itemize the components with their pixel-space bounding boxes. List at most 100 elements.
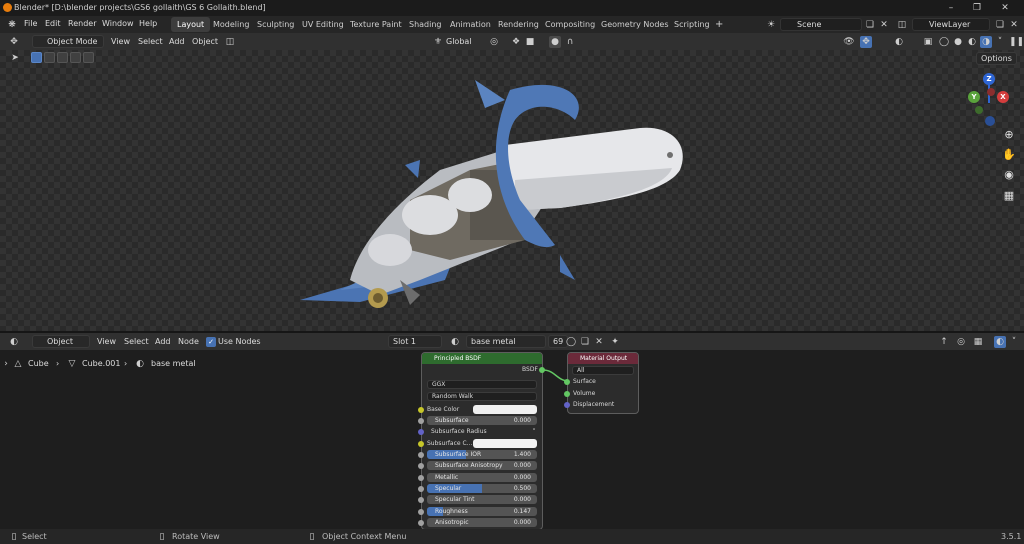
pan-hand-icon[interactable]: ✋: [1000, 146, 1018, 164]
breadcrumb-expand-icon[interactable]: ›: [0, 358, 12, 370]
gizmo-x-axis[interactable]: X: [997, 91, 1009, 103]
anisotropic-socket[interactable]: [418, 520, 424, 526]
slot-dropdown[interactable]: Slot 1: [388, 335, 442, 348]
snap-target-icon[interactable]: ■: [524, 36, 536, 48]
roughness-slider[interactable]: Roughness 0.147: [427, 507, 537, 516]
specular-socket[interactable]: [418, 486, 424, 492]
menu-object[interactable]: Object: [188, 35, 222, 48]
scene-icon[interactable]: ☀: [765, 19, 777, 31]
select-invert-button[interactable]: [70, 52, 81, 63]
tool-select-icon[interactable]: ➤: [9, 52, 21, 64]
shader-type-dropdown[interactable]: Object: [32, 335, 90, 348]
maximize-icon[interactable]: ❐: [970, 2, 984, 14]
distribution-dropdown[interactable]: GGX: [427, 380, 537, 389]
node-overlays-icon[interactable]: ◐: [994, 336, 1006, 348]
menu-file[interactable]: File: [24, 19, 37, 28]
duplicate-material-icon[interactable]: ❏: [579, 336, 591, 348]
editor-type-icon[interactable]: ✥: [8, 36, 20, 48]
delete-scene-icon[interactable]: ✕: [878, 19, 890, 31]
output-target-dropdown[interactable]: All: [572, 366, 634, 375]
gizmo-dropdown-icon[interactable]: ◫: [224, 36, 236, 48]
anisotropic-slider[interactable]: Anisotropic 0.000: [427, 518, 537, 527]
menu-help[interactable]: Help: [139, 19, 157, 28]
base-color-socket[interactable]: [418, 407, 424, 413]
material-shading-icon[interactable]: ◐: [966, 36, 978, 48]
options-dropdown[interactable]: Options: [976, 52, 1017, 65]
gizmo-y-axis[interactable]: Y: [968, 91, 980, 103]
metallic-slider[interactable]: Metallic 0.000: [427, 473, 537, 482]
xray-icon[interactable]: ▣: [922, 36, 934, 48]
subsurface-ior-slider[interactable]: Subsurface IOR 1.400: [427, 450, 537, 459]
menu-window[interactable]: Window: [102, 19, 134, 28]
tab-modeling[interactable]: Modeling: [207, 17, 255, 32]
shader-editor-type-icon[interactable]: ◐: [8, 336, 20, 348]
parent-node-tree-icon[interactable]: ↑: [938, 336, 950, 348]
subsurface-anisotropy-slider[interactable]: Subsurface Anisotropy 0.000: [427, 461, 537, 470]
scene-field[interactable]: Scene: [780, 18, 862, 31]
snap-icon[interactable]: ❖: [510, 36, 522, 48]
subsurface-anisotropy-socket[interactable]: [418, 463, 424, 469]
subsurface-color-socket[interactable]: [418, 441, 424, 447]
snap-node-dropdown-icon[interactable]: ▦: [972, 336, 984, 348]
menu-select[interactable]: Select: [134, 35, 167, 48]
displacement-socket[interactable]: [564, 402, 570, 408]
principled-bsdf-header[interactable]: Principled BSDF: [422, 353, 542, 364]
gizmo-z-negative[interactable]: [985, 116, 995, 126]
node-menu-node[interactable]: Node: [174, 335, 203, 348]
overlays-toggle-icon[interactable]: ◐: [893, 36, 905, 48]
select-new-button[interactable]: [31, 52, 42, 63]
pivot-icon[interactable]: ◎: [488, 36, 500, 48]
close-icon[interactable]: ✕: [998, 2, 1012, 14]
select-subtract-button[interactable]: [57, 52, 68, 63]
specular-slider[interactable]: Specular 0.500: [427, 484, 537, 493]
menu-edit[interactable]: Edit: [45, 19, 61, 28]
tab-geometry-nodes[interactable]: Geometry Nodes: [595, 17, 674, 32]
subsurface-color-swatch[interactable]: [473, 439, 537, 448]
select-intersect-button[interactable]: [83, 52, 94, 63]
gizmo-z-axis[interactable]: Z: [983, 73, 995, 85]
fake-user-icon[interactable]: ◯: [565, 336, 577, 348]
new-view-layer-icon[interactable]: ❏: [994, 19, 1006, 31]
tab-texture-paint[interactable]: Texture Paint: [344, 17, 408, 32]
menu-render[interactable]: Render: [68, 19, 96, 28]
subsurface-radius-socket[interactable]: [418, 429, 424, 435]
volume-socket[interactable]: [564, 391, 570, 397]
solid-shading-icon[interactable]: ●: [952, 36, 964, 48]
rendered-shading-icon[interactable]: ◑: [980, 36, 992, 48]
surface-socket[interactable]: [564, 379, 570, 385]
transform-orientation-dropdown[interactable]: Global: [442, 35, 476, 48]
add-workspace-button[interactable]: +: [709, 17, 729, 32]
camera-view-icon[interactable]: ◉: [1000, 166, 1018, 184]
tab-animation[interactable]: Animation: [444, 17, 497, 32]
subsurface-method-dropdown[interactable]: Random Walk: [427, 392, 537, 401]
pause-render-icon[interactable]: ❚❚: [1009, 36, 1024, 48]
specular-tint-socket[interactable]: [418, 497, 424, 503]
specular-tint-slider[interactable]: Specular Tint 0.000: [427, 495, 537, 504]
material-name-field[interactable]: base metal: [466, 335, 546, 348]
tab-uv-editing[interactable]: UV Editing: [296, 17, 350, 32]
metallic-socket[interactable]: [418, 475, 424, 481]
unlink-material-icon[interactable]: ✕: [593, 336, 605, 348]
visibility-icon[interactable]: 👁: [843, 36, 855, 48]
perspective-grid-icon[interactable]: ▦: [1000, 187, 1018, 205]
tab-shading[interactable]: Shading: [403, 17, 448, 32]
shading-options-icon[interactable]: ˅: [994, 36, 1006, 48]
select-extend-button[interactable]: [44, 52, 55, 63]
subsurface-socket[interactable]: [418, 418, 424, 424]
view-layer-icon[interactable]: ◫: [896, 19, 908, 31]
snap-node-icon[interactable]: ◎: [955, 336, 967, 348]
node-menu-select[interactable]: Select: [120, 335, 153, 348]
node-menu-add[interactable]: Add: [151, 335, 175, 348]
gizmos-toggle-icon[interactable]: ✥: [860, 36, 872, 48]
tab-layout[interactable]: Layout: [171, 17, 211, 32]
minimize-icon[interactable]: –: [944, 2, 958, 14]
zoom-icon[interactable]: ⊕: [1000, 126, 1018, 144]
node-menu-view[interactable]: View: [93, 335, 120, 348]
subsurface-radius-chevron-icon[interactable]: ˅: [528, 426, 540, 438]
material-output-header[interactable]: Material Output: [568, 353, 638, 364]
menu-add[interactable]: Add: [165, 35, 189, 48]
proportional-edit-icon[interactable]: ●: [549, 36, 561, 48]
tab-sculpting[interactable]: Sculpting: [251, 17, 300, 32]
blender-menu-icon[interactable]: ❋: [6, 19, 18, 31]
pin-icon[interactable]: ✦: [609, 336, 621, 348]
